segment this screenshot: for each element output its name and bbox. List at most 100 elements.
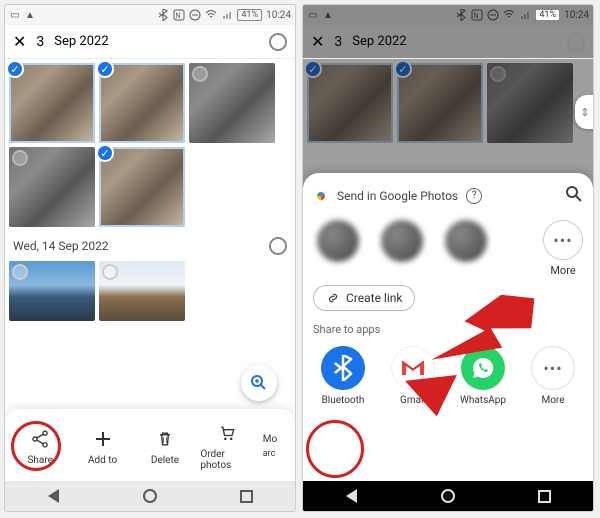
close-selection-button[interactable]: ✕ [13,32,26,51]
share-icon [28,427,52,451]
cart-icon [215,421,239,445]
gmail-app-button[interactable]: Gmail [383,346,443,406]
bluetooth-icon [321,346,365,390]
whatsapp-label: WhatsApp [460,395,506,406]
recents-button[interactable] [236,485,258,507]
photo-thumb[interactable]: ✓ [99,147,185,227]
recents-button[interactable] [534,485,556,507]
photo-thumb[interactable] [189,63,275,143]
check-icon: ✓ [394,60,412,78]
more-label: More [550,264,575,277]
photo-thumb[interactable] [99,261,185,321]
unchecked-icon [102,264,118,280]
photo-thumb: ✓ [307,63,393,143]
select-all-toggle[interactable] [269,33,287,51]
wifi-icon [503,9,515,21]
magnify-plus-icon [250,374,268,392]
delete-label: Delete [151,455,179,466]
link-icon [326,291,340,305]
avatar-icon [445,220,487,262]
more-button[interactable]: Mo arc [263,434,287,459]
selection-count: 3 [36,34,44,50]
selection-count: 3 [334,34,342,50]
home-button[interactable] [437,485,459,507]
photo-thumb[interactable]: ✓ [9,63,95,143]
share-apps-row: Bluetooth Gmail WhatsApp ••• More [313,346,583,406]
delete-button[interactable]: Delete [138,427,192,466]
fast-scroll-handle[interactable]: ⇕ [575,95,594,129]
bluetooth-label: Bluetooth [322,395,365,406]
annotation-circle [306,420,364,478]
clock: 10:24 [266,10,291,21]
plus-icon [91,427,115,451]
selection-header: ✕ 3 Sep 2022 [5,25,295,59]
add-to-label: Add to [88,455,117,466]
bluetooth-app-button[interactable]: Bluetooth [313,346,373,406]
check-icon: ✓ [96,144,114,162]
select-all-toggle[interactable] [567,33,585,51]
bluetooth-status-icon [455,9,467,21]
photo-thumb[interactable] [9,147,95,227]
select-day-toggle[interactable] [269,237,287,255]
search-button[interactable] [565,185,583,206]
wifi-icon [205,9,217,21]
create-link-button[interactable]: Create link [313,285,415,311]
gmail-label: Gmail [400,395,426,406]
date-label: Wed, 14 Sep 2022 [13,239,109,253]
contact-item[interactable] [377,220,427,262]
more-contacts-button[interactable]: ••• More [543,220,583,277]
selection-date: Sep 2022 [54,34,108,49]
contacts-row [313,220,491,262]
share-label: Share [27,455,52,466]
left-screenshot: ▭ ▲ N 41% 10:24 ✕ 3 Sep 2022 ✓ ✓ ✓ Wed, … [4,4,296,512]
whatsapp-app-button[interactable]: WhatsApp [453,346,513,406]
photo-thumb[interactable] [9,261,95,321]
order-label: Order photos [200,449,254,471]
date-header: Wed, 14 Sep 2022 [9,231,291,261]
share-button[interactable]: Share [13,427,67,466]
dnd-icon [189,9,201,21]
unchecked-icon [192,66,208,82]
clock: 10:24 [564,10,589,21]
trash-icon [153,427,177,451]
contact-item[interactable] [313,220,363,262]
svg-text:N: N [176,12,181,20]
whatsapp-icon [461,346,505,390]
status-bar: ▭ ▲ N 41% 10:24 [303,5,593,25]
close-selection-button[interactable]: ✕ [311,32,324,51]
contact-item[interactable] [441,220,491,262]
back-button[interactable] [340,485,362,507]
sheet-title: Send in Google Photos [337,189,458,203]
selection-action-bar: Share Add to Delete Order photos Mo arc [5,409,295,483]
more-apps-button[interactable]: ••• More [523,346,583,406]
avatar-icon [317,220,359,262]
share-sheet: Send in Google Photos ? ••• More Create … [303,173,593,481]
google-photos-icon [313,188,329,204]
more-apps-label: More [541,395,564,406]
photo-thumb[interactable]: ✓ [99,63,185,143]
warning-icon: ▲ [24,9,36,21]
photo-thumb: ✓ [397,63,483,143]
check-icon: ✓ [6,60,24,78]
signal-icon [519,9,531,21]
selection-header: ✕ 3 Sep 2022 [303,25,593,59]
unchecked-icon [12,264,28,280]
unchecked-icon [490,66,506,82]
add-to-button[interactable]: Add to [76,427,130,466]
selection-date: Sep 2022 [352,34,406,49]
home-button[interactable] [139,485,161,507]
help-icon[interactable]: ? [466,188,482,204]
more-cut-label: Mo [263,434,277,445]
picture-icon: ▭ [307,9,319,21]
unchecked-icon [12,150,28,166]
back-button[interactable] [42,485,64,507]
order-photos-button[interactable]: Order photos [200,421,254,471]
right-screenshot: ▭ ▲ N 41% 10:24 ✕ 3 Sep 2022 ✓ ✓ ⇕ Send … [302,4,594,512]
battery-level: 41% [237,9,262,21]
zoom-fab[interactable] [241,365,277,401]
sheet-header: Send in Google Photos ? [313,185,583,206]
check-icon: ✓ [96,60,114,78]
picture-icon: ▭ [9,9,21,21]
avatar-icon [381,220,423,262]
check-icon: ✓ [304,60,322,78]
